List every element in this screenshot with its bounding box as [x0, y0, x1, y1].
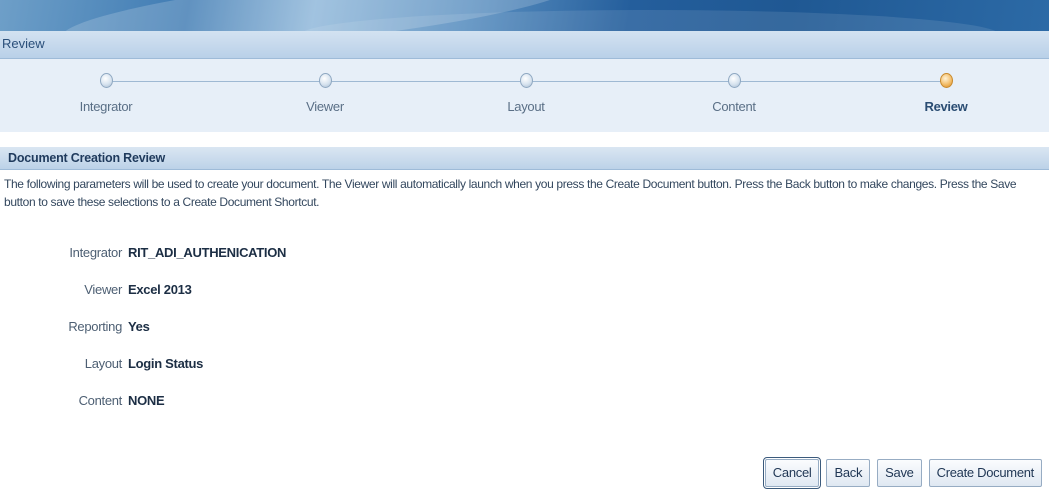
field-value: Excel 2013	[128, 282, 192, 297]
section-title: Document Creation Review	[8, 151, 166, 165]
back-button[interactable]: Back	[826, 459, 871, 487]
create-document-button[interactable]: Create Document	[928, 459, 1042, 487]
train-step-review: Review	[866, 73, 1026, 114]
train-step-label: Viewer	[306, 99, 344, 114]
page-header: Review	[0, 31, 1049, 59]
train-step-layout[interactable]: Layout	[446, 73, 606, 114]
train-step-viewer[interactable]: Viewer	[245, 73, 405, 114]
train-step-label: Layout	[507, 99, 545, 114]
field-row-viewer: Viewer Excel 2013	[0, 282, 600, 302]
field-value: Login Status	[128, 356, 204, 371]
action-buttons: Cancel Back Save Create Document	[762, 457, 1042, 489]
step-train: Integrator Viewer Layout Content Review	[0, 59, 1049, 132]
field-value: RIT_ADI_AUTHENICATION	[128, 245, 287, 260]
field-value: Yes	[128, 319, 150, 334]
field-label: Layout	[84, 356, 123, 371]
step-complete-icon	[318, 73, 332, 88]
field-label: Reporting	[68, 319, 122, 334]
instructions-text: The following parameters will be used to…	[4, 177, 1017, 209]
page-title: Review	[2, 36, 45, 51]
field-label: Viewer	[84, 282, 122, 297]
section-header: Document Creation Review	[0, 147, 1049, 170]
field-value: NONE	[128, 393, 165, 408]
train-step-label: Review	[924, 99, 968, 114]
field-row-reporting: Reporting Yes	[0, 319, 600, 339]
field-row-layout: Layout Login Status	[0, 356, 600, 376]
field-row-integrator: Integrator RIT_ADI_AUTHENICATION	[0, 245, 600, 265]
train-step-label: Content	[712, 99, 756, 114]
step-complete-icon	[519, 73, 533, 88]
cancel-button[interactable]: Cancel	[762, 457, 822, 489]
save-button[interactable]: Save	[877, 459, 922, 487]
train-step-label: Integrator	[79, 99, 133, 114]
field-label: Integrator	[69, 245, 122, 260]
train-step-integrator[interactable]: Integrator	[26, 73, 186, 114]
train-step-content[interactable]: Content	[654, 73, 814, 114]
brand-banner	[0, 0, 1049, 31]
field-label: Content	[78, 393, 123, 408]
step-complete-icon	[99, 73, 113, 88]
field-row-content: Content NONE	[0, 393, 600, 413]
step-complete-icon	[727, 73, 741, 88]
step-current-icon	[939, 73, 953, 88]
